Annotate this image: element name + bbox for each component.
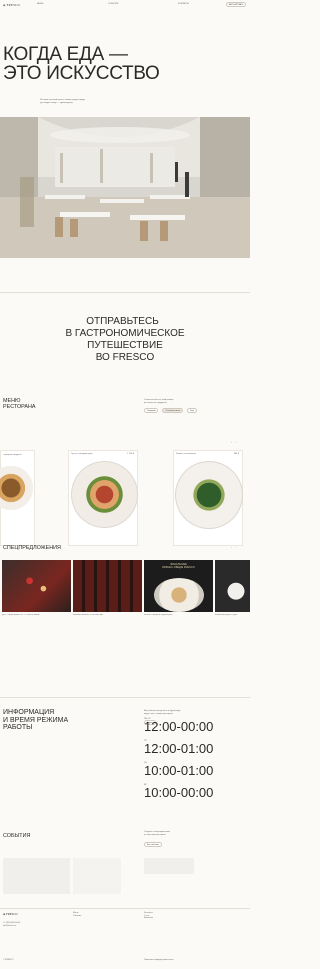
offer-card[interactable]: БРАНЧ ВЫХОДНОГО ДНЯ [215, 560, 250, 624]
menu-title: МЕНЮ РЕСТОРАНА [3, 398, 35, 410]
menu-description-line: из локальных продуктов [144, 401, 167, 404]
nav-item-events[interactable]: СОБЫТИЯ [108, 3, 118, 6]
footer-link[interactable]: Вакансии [144, 917, 153, 920]
all-events-button[interactable]: Все события [144, 842, 162, 848]
offers-title: СПЕЦПРЕДЛОЖЕНИЯ [3, 545, 61, 551]
hero-title-line: КОГДА ЕДА — [3, 44, 128, 65]
event-card-placeholder[interactable] [73, 858, 121, 894]
footer-col-nav: Меню События [73, 912, 81, 917]
menu-filters: Завтраки Основное меню Бар [144, 408, 197, 414]
footer-legal: © FRESCO [3, 959, 14, 961]
nav-item-contacts[interactable]: КОНТАКТЫ [178, 3, 189, 6]
filter-bar[interactable]: Бар [187, 408, 197, 414]
offer-image: ФИНАЛЬНЫЕ БИЗНЕС-ОБЕДЫ FRESCO [144, 560, 213, 612]
hours-row-time: 10:00-00:00 [144, 785, 214, 800]
offer-card[interactable]: ДЕГУСТАЦИОННЫЙ СЕТ ОТ ШЕФ-ПОВАРА [2, 560, 71, 624]
menu-carousel-arrows: ‹ › [231, 440, 237, 444]
offer-image [2, 560, 71, 612]
book-button[interactable]: ЗАБРОНИРОВАТЬ [226, 2, 246, 7]
offer-image [215, 560, 250, 612]
hero-title: КОГДА ЕДА — ЭТО ИСКУССТВО [3, 45, 160, 83]
journey-line: ОТПРАВЬТЕСЬ [86, 316, 159, 327]
events-description: Следите за мероприятиями и новостями рес… [144, 831, 170, 836]
offer-banner-text: ФИНАЛЬНЫЕ БИЗНЕС-ОБЕДЫ FRESCO [144, 563, 213, 569]
offers-carousel-arrows: ‹ › [231, 545, 237, 549]
footer-email-link[interactable]: info@fresco.ru [3, 925, 20, 928]
hours-title: ИНФОРМАЦИЯ И ВРЕМЯ РЕЖИМА РАБОТЫ [3, 709, 68, 732]
hours-row-time: 12:00-00:00 [144, 719, 214, 734]
offer-title: БИЗНЕС-ОБЕДЫ В БУДНИЕ ДНИ [144, 614, 173, 616]
menu-card[interactable]: Тунец с овощами гриль 1 250 ₽ [68, 450, 138, 546]
offer-card[interactable]: ФИНАЛЬНЫЕ БИЗНЕС-ОБЕДЫ FRESCO БИЗНЕС-ОБЕ… [144, 560, 213, 624]
menu-description: Сезонное меню от шеф-повара из локальных… [144, 399, 173, 404]
offer-title: ДЕГУСТАЦИОННЫЙ СЕТ ОТ ШЕФ-ПОВАРА [2, 614, 40, 616]
event-card-placeholder[interactable] [144, 858, 194, 874]
hero-subtitle: Ресторан высокой кухни в самом сердце го… [40, 99, 85, 104]
hero-photo [0, 117, 250, 258]
offer-image [73, 560, 142, 612]
carousel-prev-icon[interactable]: ‹ [231, 440, 232, 444]
hours-description-line: видеть вас в нашем ресторане [144, 712, 173, 715]
hours-row-time: 10:00-01:00 [144, 763, 214, 778]
menu-card-price: 980 ₽ [233, 453, 239, 455]
menu-card-name: Тунец с овощами гриль [71, 453, 93, 455]
carousel-next-icon[interactable]: › [236, 440, 237, 444]
menu-card-price: 1 250 ₽ [127, 453, 134, 455]
offer-title: БРАНЧ ВЫХОДНОГО ДНЯ [215, 614, 238, 616]
nav-item-menu[interactable]: МЕНЮ [37, 3, 43, 6]
section-divider [0, 292, 250, 293]
hours-title-line: ИНФОРМАЦИЯ [3, 709, 55, 716]
offer-banner-line: БИЗНЕС-ОБЕДЫ FRESCO [162, 566, 195, 570]
dish-image [175, 461, 243, 529]
menu-card[interactable]: Ризотто со шпинатом 980 ₽ [173, 450, 243, 546]
footer-contacts: +7 (495) 000-00-00 info@fresco.ru [3, 922, 20, 927]
hours-row-time: 12:00-01:00 [144, 741, 214, 756]
filter-main-menu[interactable]: Основное меню [162, 408, 184, 414]
menu-title-line: РЕСТОРАНА [3, 404, 36, 410]
hours-description: Мы работаем ежедневно и будем рады видет… [144, 710, 181, 715]
journey-line: ВО FRESCO [95, 352, 155, 363]
menu-card[interactable]: Тартар из говядины [0, 450, 35, 546]
restaurant-interior-illustration [0, 117, 250, 258]
events-title: СОБЫТИЯ [3, 833, 31, 839]
offer-card[interactable]: ВИННЫЕ ВЕЧЕРА ПО ЧЕТВЕРГАМ [73, 560, 142, 624]
carousel-next-icon[interactable]: › [236, 545, 237, 549]
site-header: ◈ FRESCO МЕНЮ СОБЫТИЯ КОНТАКТЫ ЗАБРОНИРО… [0, 0, 250, 10]
dish-image [154, 578, 204, 612]
footer: ◈ FRESCO +7 (495) 000-00-00 info@fresco.… [0, 909, 250, 969]
carousel-prev-icon[interactable]: ‹ [231, 545, 232, 549]
event-card-placeholder[interactable] [3, 858, 70, 894]
footer-col-info: Контакты О нас Вакансии [144, 912, 153, 920]
logo-text: FRESCO [6, 2, 20, 7]
hero-subtitle-line: где каждое блюдо — произведение [40, 101, 73, 104]
filter-breakfast[interactable]: Завтраки [144, 408, 159, 414]
journey-line: ПУТЕШЕСТВИЕ [87, 340, 163, 351]
events-description-line: и новостями ресторана [144, 833, 166, 836]
journey-heading: ОТПРАВЬТЕСЬ В ГАСТРОНОМИЧЕСКОЕ ПУТЕШЕСТВ… [0, 316, 250, 364]
footer-logo-text: FRESCO [6, 912, 18, 916]
menu-card-name: Ризотто со шпинатом [176, 453, 196, 455]
logo[interactable]: ◈ FRESCO [3, 3, 20, 7]
section-divider [0, 697, 250, 698]
dish-image [71, 461, 138, 528]
journey-line: В ГАСТРОНОМИЧЕСКОЕ [65, 328, 185, 339]
hours-title-line: РАБОТЫ [3, 724, 33, 732]
dish-image [0, 466, 33, 510]
footer-policy-link[interactable]: Политика конфиденциальности [144, 959, 174, 962]
hero-title-line: ЭТО ИСКУССТВО [3, 63, 160, 84]
footer-logo[interactable]: ◈ FRESCO [3, 912, 17, 916]
offer-title: ВИННЫЕ ВЕЧЕРА ПО ЧЕТВЕРГАМ [73, 614, 103, 616]
footer-link[interactable]: События [73, 915, 81, 918]
menu-card-name: Тартар из говядины [3, 454, 22, 456]
hours-title-line: И ВРЕМЯ РЕЖИМА [3, 716, 69, 724]
